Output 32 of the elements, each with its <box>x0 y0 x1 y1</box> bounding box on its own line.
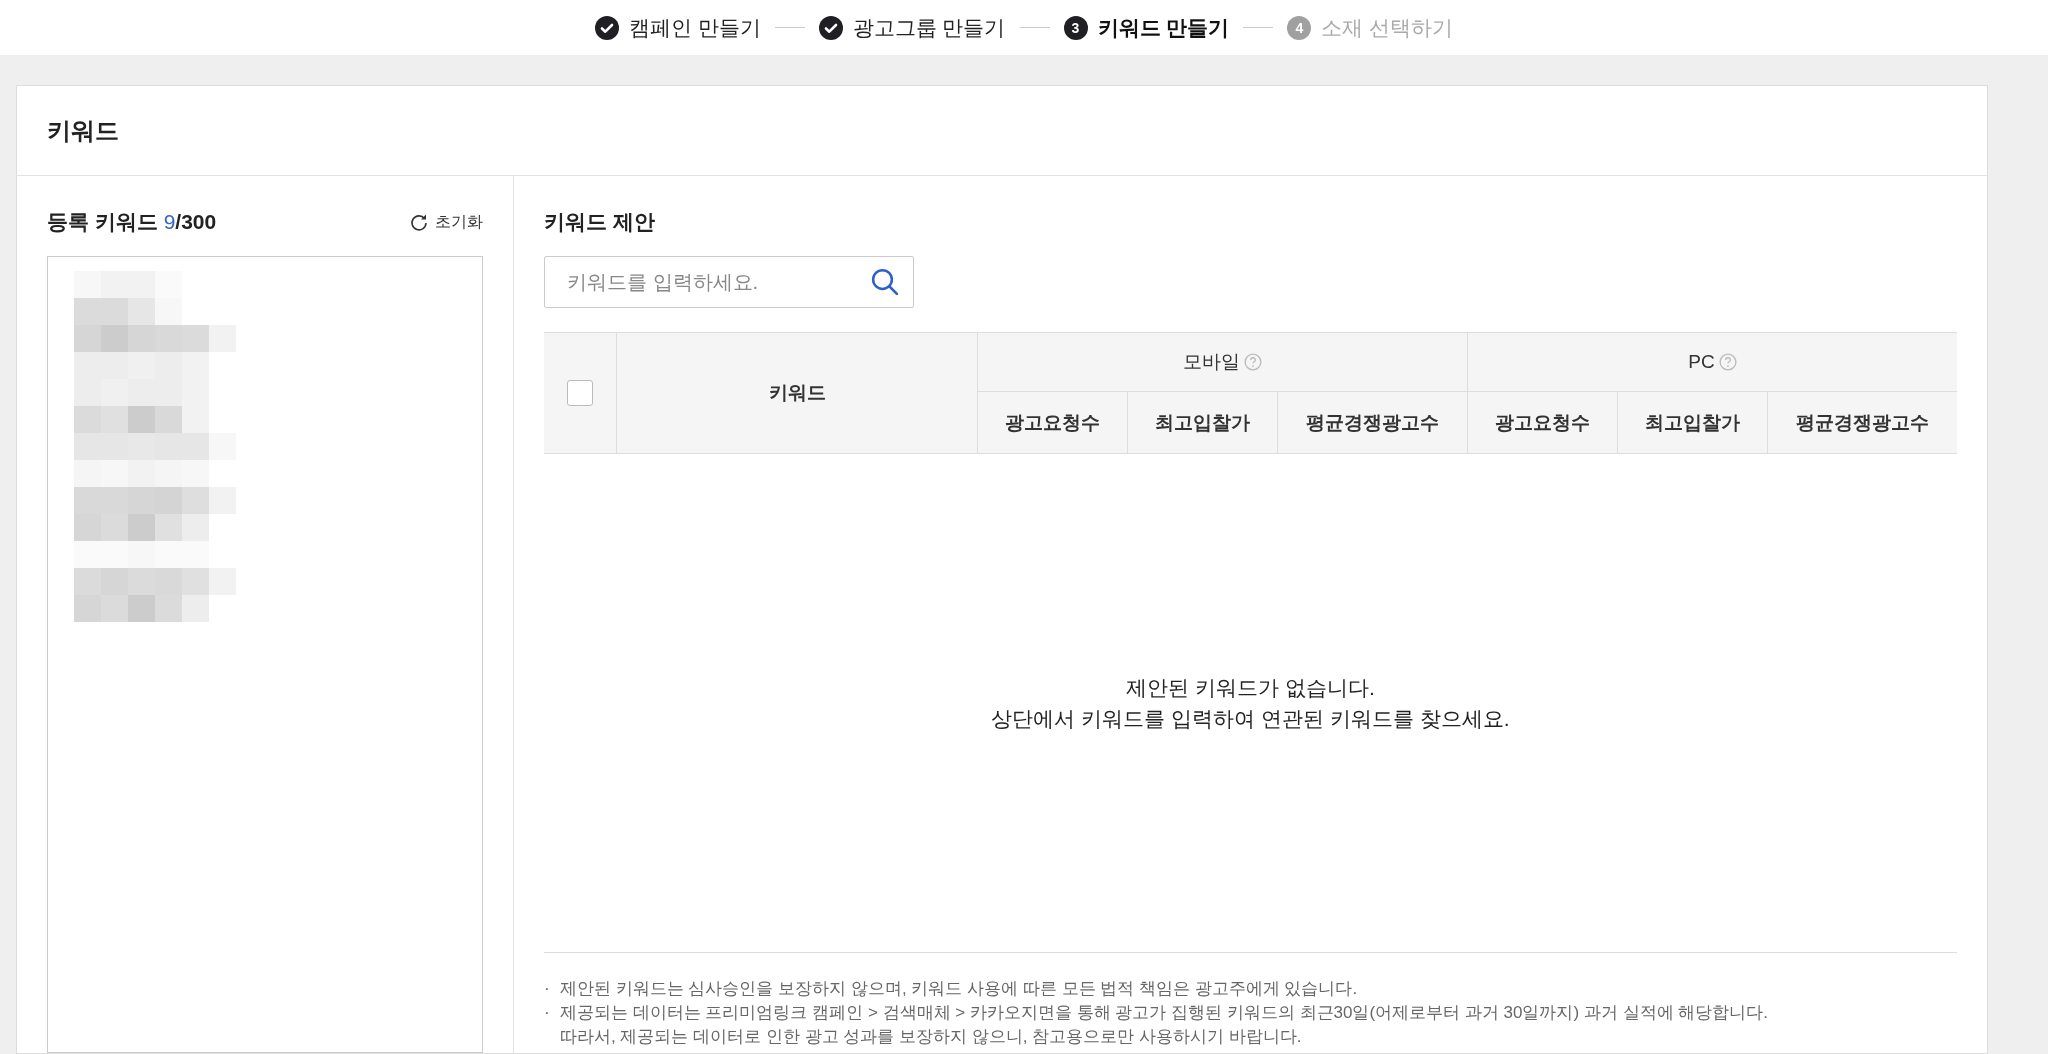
step-label: 키워드 만들기 <box>1097 14 1230 41</box>
column-group-header: 모바일 <box>1183 350 1240 374</box>
help-icon <box>1244 353 1262 371</box>
column-header: 평균경쟁광고수 <box>1795 410 1929 435</box>
note-text: 제안된 키워드는 심사승인을 보장하지 않으며, 키워드 사용에 따른 모든 법적 책임은 광고주에게 있습니다. <box>560 978 1358 1000</box>
step-number: 4 <box>1287 15 1312 40</box>
column-header: 평균경쟁광고수 <box>1305 410 1439 435</box>
select-all-checkbox[interactable] <box>567 380 593 406</box>
empty-message: 상단에서 키워드를 입력하여 연관된 키워드를 찾으세요. <box>991 706 1510 732</box>
note-text: 제공되는 데이터는 프리미엄링크 캠페인 > 검색매체 > 카카오지면을 통해 광고가 집행된 키워드의 최근30일(어제로부터 과거 30일까지) 과거 실적에 해당합니다. <box>560 1002 1768 1024</box>
reset-button[interactable]: 초기화 <box>409 211 483 233</box>
card-title: 키워드 <box>47 115 119 146</box>
column-header: 키워드 <box>768 381 826 405</box>
step-label: 소재 선택하기 <box>1321 14 1454 41</box>
column-header: 최고입찰가 <box>1154 410 1250 435</box>
step-label: 광고그룹 만들기 <box>852 14 1006 41</box>
empty-message: 제안된 키워드가 없습니다. <box>1126 675 1375 701</box>
column-header: 최고입찰가 <box>1644 410 1740 435</box>
registered-keyword-title: 등록 키워드 9/300 <box>47 209 217 235</box>
note-text: 따라서, 제공되는 데이터로 인한 광고 성과를 보장하지 않으니, 참고용으로만 사용하시기 바랍니다. <box>560 1026 1302 1048</box>
step-label: 캠페인 만들기 <box>628 14 761 41</box>
column-group-header: PC <box>1688 351 1715 373</box>
keyword-suggestion-title: 키워드 제안 <box>544 209 656 235</box>
column-header: 광고요청수 <box>1494 410 1590 435</box>
search-icon <box>870 267 900 297</box>
column-header: 광고요청수 <box>1004 410 1100 435</box>
bullet: · <box>544 1002 550 1024</box>
refresh-icon <box>409 212 429 232</box>
help-icon <box>1718 353 1737 371</box>
search-field[interactable]: 키워드를 입력하세요. <box>544 256 914 308</box>
bullet: · <box>544 978 550 1000</box>
step-number: 3 <box>1063 15 1088 40</box>
